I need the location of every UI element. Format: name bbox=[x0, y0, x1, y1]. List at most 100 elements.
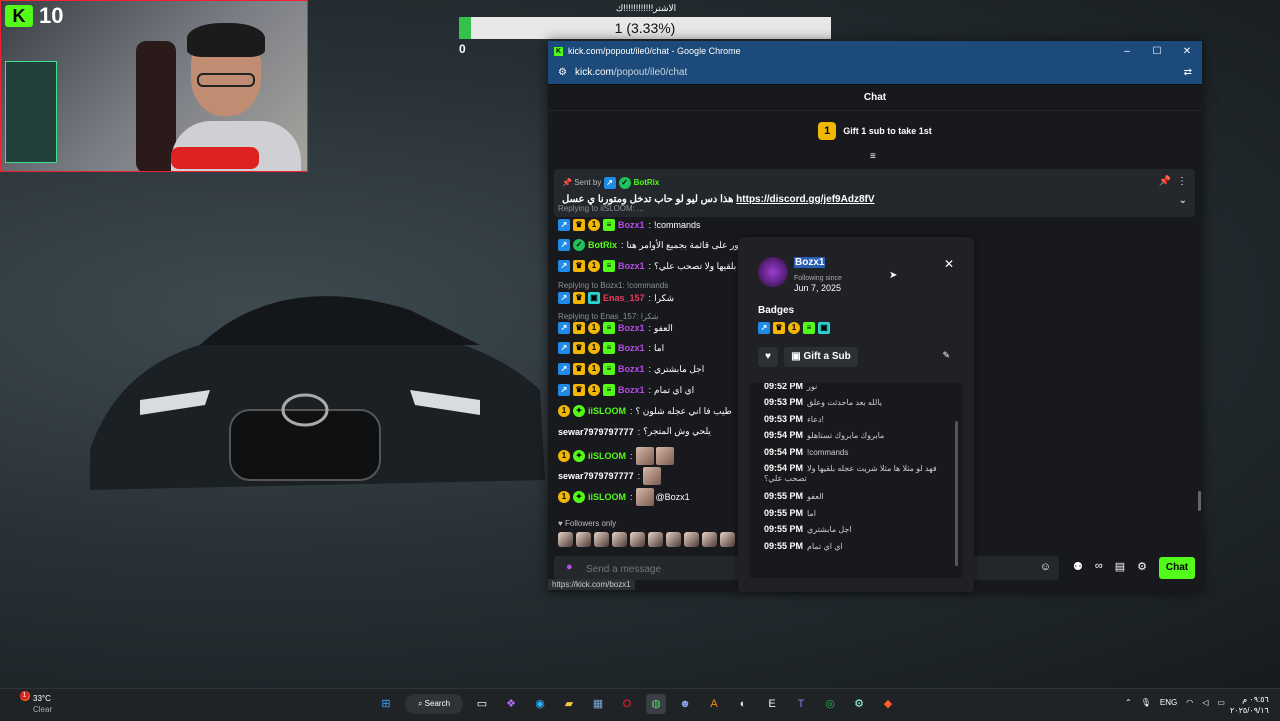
edge-browser-icon[interactable]: ◉ bbox=[530, 694, 550, 714]
battery-icon[interactable]: ▭ bbox=[1217, 698, 1225, 707]
username-separator: : bbox=[648, 220, 652, 230]
weather-temp[interactable]: 33°C bbox=[33, 694, 51, 703]
obs-app-icon[interactable]: ◐ bbox=[733, 694, 753, 714]
language-indicator[interactable]: ENG bbox=[1160, 698, 1177, 707]
profile-username[interactable]: Bozx1 bbox=[794, 257, 826, 268]
avast-app-icon[interactable]: A bbox=[704, 694, 724, 714]
copilot-icon[interactable]: ❖ bbox=[501, 694, 521, 714]
microphone-icon[interactable]: ● bbox=[566, 561, 573, 573]
chat-username[interactable]: iiSLOOM bbox=[588, 492, 626, 502]
chat-username[interactable]: Bozx1 bbox=[618, 385, 645, 395]
taskbar-clock[interactable]: ٠٩:٥٦ م ٢٠٢٥/٠٩/١٦ bbox=[1230, 694, 1269, 716]
follow-heart-button[interactable]: ♥ bbox=[758, 347, 778, 367]
task-view-icon[interactable]: ▭ bbox=[472, 694, 492, 714]
volume-icon[interactable]: ◁ bbox=[1202, 698, 1208, 707]
chat-username[interactable]: iiSLOOM bbox=[588, 451, 626, 461]
history-message-text: اي اي تمام bbox=[807, 542, 843, 551]
gift-leaderboard-banner[interactable]: 1 Gift 1 sub to take 1st bbox=[548, 111, 1202, 151]
og-badge-icon: ↗ bbox=[603, 177, 616, 189]
pinned-sender-line: 📌 Sent by ↗ ✓ BotRix bbox=[562, 177, 660, 189]
message-timestamp: 09:54 PM bbox=[764, 430, 804, 440]
chatter-avatar[interactable] bbox=[666, 532, 681, 547]
chatter-avatar[interactable] bbox=[720, 532, 735, 547]
chat-username[interactable]: BotRix bbox=[588, 240, 617, 250]
minimize-button[interactable]: – bbox=[1112, 46, 1142, 57]
epic-games-icon[interactable]: E bbox=[762, 694, 782, 714]
translate-icon[interactable]: ⇄ bbox=[1184, 67, 1192, 78]
brave-browser-icon[interactable]: ◆ bbox=[878, 694, 898, 714]
emote-image[interactable] bbox=[635, 447, 654, 465]
chat-username[interactable]: Bozx1 bbox=[618, 364, 645, 374]
chat-message: sewar7979797777: bbox=[558, 467, 663, 485]
pinned-message[interactable]: 📌 Sent by ↗ ✓ BotRix هذا دس ليو لو حاب تدخ… bbox=[554, 169, 1195, 217]
taskbar-apps: ⊞ ⌕ Search ▭ ❖ ◉ ▰ ▦ O ◍ ☻ A ◐ E T ◎ ⚙ ◆ bbox=[376, 694, 907, 714]
username-separator: : bbox=[621, 240, 624, 250]
taskbar-search-button[interactable]: ⌕ Search bbox=[405, 694, 463, 714]
chatter-avatar[interactable] bbox=[630, 532, 645, 547]
pinned-sender-name[interactable]: BotRix bbox=[634, 178, 660, 187]
gift-badge-icon: ≡ bbox=[803, 322, 815, 334]
wifi-icon[interactable]: ◠ bbox=[1186, 698, 1193, 707]
discord-icon[interactable]: ☻ bbox=[675, 694, 695, 714]
gift-sub-button[interactable]: ▣ Gift a Sub bbox=[784, 347, 858, 367]
chatter-avatar[interactable] bbox=[612, 532, 627, 547]
start-windows-icon[interactable]: ⊞ bbox=[376, 694, 396, 714]
opera-browser-icon[interactable]: O bbox=[617, 694, 637, 714]
file-explorer-icon[interactable]: ▰ bbox=[559, 694, 579, 714]
chat-username[interactable]: Bozx1 bbox=[618, 220, 645, 230]
users-icon[interactable]: ⚉ bbox=[1073, 560, 1083, 573]
chat-username[interactable]: Bozx1 bbox=[618, 261, 645, 271]
address-bar[interactable]: ⚙ kick.com/popout/ile0/chat ⇄ bbox=[548, 61, 1202, 85]
chatter-avatar[interactable] bbox=[702, 532, 717, 547]
steam-icon[interactable]: ⚙ bbox=[849, 694, 869, 714]
unpin-icon[interactable]: 📌 bbox=[1159, 176, 1171, 187]
username-separator: : bbox=[648, 385, 652, 395]
history-scrollbar[interactable] bbox=[955, 421, 958, 566]
site-info-icon[interactable]: ⚙ bbox=[558, 67, 567, 78]
chat-username[interactable]: sewar7979797777 bbox=[558, 427, 634, 437]
mic-tray-icon[interactable]: 🎙 bbox=[1141, 698, 1151, 707]
discord-link[interactable]: https://discord.gg/jef9Adz8fV bbox=[736, 194, 874, 205]
chrome-browser-icon[interactable]: ◍ bbox=[646, 694, 666, 714]
chat-username[interactable]: Bozx1 bbox=[618, 323, 645, 333]
maximize-button[interactable]: ☐ bbox=[1142, 46, 1172, 57]
teams-icon[interactable]: T bbox=[791, 694, 811, 714]
infinity-icon[interactable]: ∞ bbox=[1095, 560, 1103, 573]
store-app-icon[interactable]: ▦ bbox=[588, 694, 608, 714]
reply-context: Replying to Enas_157: شكرا bbox=[558, 312, 659, 321]
url-text[interactable]: kick.com/popout/ile0/chat bbox=[575, 67, 1184, 78]
viewer-count: 10 bbox=[39, 3, 64, 28]
more-options-icon[interactable]: ⋮ bbox=[1177, 176, 1187, 187]
chatter-avatar[interactable] bbox=[684, 532, 699, 547]
crown-badge-icon: ♛ bbox=[573, 384, 585, 396]
chatter-avatar[interactable] bbox=[648, 532, 663, 547]
emote-image[interactable] bbox=[635, 488, 654, 506]
chat-username[interactable]: Bozx1 bbox=[618, 343, 645, 353]
history-message: 09:54 PM !commands bbox=[764, 447, 848, 457]
chat-message: ↗ ♛ 1 ≡ Bozx1: اي اي تمام bbox=[558, 384, 694, 396]
emoji-picker-icon[interactable]: ☺ bbox=[1040, 561, 1051, 573]
chatter-avatar[interactable] bbox=[594, 532, 609, 547]
chevron-up-icon[interactable]: ⌃ bbox=[1125, 698, 1132, 707]
store-icon[interactable]: ▤ bbox=[1115, 560, 1125, 573]
chevron-down-icon[interactable]: ⌄ bbox=[1179, 195, 1187, 206]
close-window-button[interactable]: ✕ bbox=[1172, 46, 1202, 57]
poll-bar-text: 1 (3.33%) bbox=[614, 20, 676, 36]
emote-image[interactable] bbox=[643, 467, 662, 485]
emote-image[interactable] bbox=[655, 447, 674, 465]
spotify-icon[interactable]: ◎ bbox=[820, 694, 840, 714]
window-titlebar: K kick.com/popout/ile0/chat - Google Chr… bbox=[548, 41, 1202, 61]
chatter-avatar[interactable] bbox=[558, 532, 573, 547]
chatter-avatar[interactable] bbox=[576, 532, 591, 547]
chat-scrollbar[interactable] bbox=[1198, 491, 1201, 511]
chat-username[interactable]: iiSLOOM bbox=[588, 406, 626, 416]
settings-gear-icon[interactable]: ⚙ bbox=[1137, 560, 1147, 573]
send-chat-button[interactable]: Chat bbox=[1159, 557, 1195, 579]
gift-badge-icon: ≡ bbox=[603, 260, 615, 272]
og-badge-icon: ↗ bbox=[558, 260, 570, 272]
mute-user-icon[interactable]: ✎ bbox=[942, 350, 950, 361]
collapse-banner-icon[interactable]: ≡ bbox=[870, 151, 876, 162]
chat-username[interactable]: Enas_157 bbox=[603, 293, 645, 303]
close-card-icon[interactable]: ✕ bbox=[944, 257, 954, 271]
chat-username[interactable]: sewar7979797777 bbox=[558, 471, 634, 481]
